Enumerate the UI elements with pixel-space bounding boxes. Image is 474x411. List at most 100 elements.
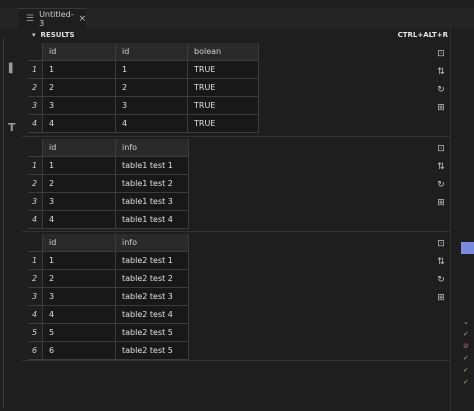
check-icon: ✓ xyxy=(463,378,469,386)
table-cell[interactable]: table2 test 1 xyxy=(115,251,189,270)
column-header[interactable]: info xyxy=(115,234,189,252)
table-row[interactable]: 3 3 table1 test 3 xyxy=(28,192,189,211)
table-cell[interactable]: 1 xyxy=(115,60,188,79)
table-cell[interactable]: table2 test 5 xyxy=(115,323,189,342)
left-gutter: ▌ T xyxy=(0,28,22,411)
results-separator xyxy=(22,136,450,137)
export-csv-icon[interactable]: ⊡ xyxy=(434,140,448,158)
export-json-icon[interactable]: ⇅ xyxy=(434,63,448,81)
row-number-header xyxy=(28,43,43,61)
export-csv-icon[interactable]: ⊡ xyxy=(434,45,448,63)
table-cell[interactable]: 2 xyxy=(42,269,116,288)
export-excel-icon[interactable]: ⊞ xyxy=(434,289,448,307)
row-number: 3 xyxy=(28,287,43,306)
chevron-down-icon[interactable]: ▾ xyxy=(32,31,36,39)
row-number: 1 xyxy=(28,60,43,79)
table-cell[interactable]: 2 xyxy=(115,78,188,97)
row-number: 2 xyxy=(28,269,43,288)
table-row[interactable]: 2 2 table1 test 2 xyxy=(28,174,189,193)
table-cell[interactable]: table1 test 4 xyxy=(115,210,189,229)
table-row[interactable]: 1 1 table2 test 1 xyxy=(28,251,189,270)
table-cell[interactable]: 6 xyxy=(42,341,116,360)
table-row[interactable]: 4 4 table1 test 4 xyxy=(28,210,189,229)
grid-header-row: id id bolean xyxy=(28,43,259,61)
row-number: 2 xyxy=(28,174,43,193)
row-number: 4 xyxy=(28,305,43,324)
table-cell[interactable]: 3 xyxy=(42,96,116,115)
table-cell[interactable]: table1 test 3 xyxy=(115,192,189,211)
table-cell[interactable]: TRUE xyxy=(187,114,259,133)
table-row[interactable]: 2 2 table2 test 2 xyxy=(28,269,189,288)
table-cell[interactable]: 1 xyxy=(42,60,116,79)
table-cell[interactable]: TRUE xyxy=(187,96,259,115)
row-number: 1 xyxy=(28,251,43,270)
table-row[interactable]: 2 2 2 TRUE xyxy=(28,78,259,97)
table-cell[interactable]: table1 test 2 xyxy=(115,174,189,193)
grid-3-actions: ⊡ ⇅ ↻ ⊞ xyxy=(434,235,448,307)
table-cell[interactable]: 2 xyxy=(42,174,116,193)
table-cell[interactable]: 1 xyxy=(42,251,116,270)
row-number: 4 xyxy=(28,210,43,229)
table-cell[interactable]: 4 xyxy=(115,114,188,133)
column-header[interactable]: id xyxy=(115,43,188,61)
results-header[interactable]: ▾ RESULTS CTRL+ALT+R xyxy=(22,28,450,42)
row-number: 3 xyxy=(28,96,43,115)
column-header[interactable]: id xyxy=(42,43,116,61)
column-header[interactable]: id xyxy=(42,234,116,252)
table-row[interactable]: 5 5 table2 test 5 xyxy=(28,323,189,342)
table-cell[interactable]: 2 xyxy=(42,78,116,97)
check-icon: ✓ xyxy=(463,330,469,338)
table-cell[interactable]: 3 xyxy=(115,96,188,115)
refresh-icon[interactable]: ↻ xyxy=(434,81,448,99)
table-cell[interactable]: 1 xyxy=(42,156,116,175)
row-number: 1 xyxy=(28,156,43,175)
table-cell[interactable]: table2 test 4 xyxy=(115,305,189,324)
scrollbar-thumb[interactable] xyxy=(461,242,474,254)
table-cell[interactable]: 4 xyxy=(42,114,116,133)
results-grid-1: id id bolean 1 1 1 TRUE 2 2 2 TRUE 3 3 3 TRUE 4 4 4 TRU… xyxy=(28,43,259,133)
file-icon: ☰ xyxy=(26,13,35,24)
table-cell[interactable]: 5 xyxy=(42,323,116,342)
table-cell[interactable]: 4 xyxy=(42,210,116,229)
export-json-icon[interactable]: ⇅ xyxy=(434,253,448,271)
close-icon[interactable]: × xyxy=(79,14,87,24)
table-cell[interactable]: 3 xyxy=(42,287,116,306)
results-grid-2: id info 1 1 table1 test 1 2 2 table1 test 233… xyxy=(28,139,189,229)
table-cell[interactable]: TRUE xyxy=(187,60,259,79)
table-cell[interactable]: table2 test 5 xyxy=(115,341,189,360)
table-cell[interactable]: table1 test 1 xyxy=(115,156,189,175)
table-cell[interactable]: table2 test 2 xyxy=(115,269,189,288)
refresh-icon[interactable]: ↻ xyxy=(434,176,448,194)
results-separator xyxy=(22,360,450,361)
row-number: 6 xyxy=(28,341,43,360)
column-header[interactable]: id xyxy=(42,139,116,157)
table-cell[interactable]: 4 xyxy=(42,305,116,324)
table-row[interactable]: 3 3 3 TRUE xyxy=(28,96,259,115)
check-icon: ✓ xyxy=(463,354,469,362)
grid-1-actions: ⊡ ⇅ ↻ ⊞ xyxy=(434,45,448,117)
column-header[interactable]: bolean xyxy=(187,43,259,61)
check-icon: ✓ xyxy=(463,366,469,374)
error-icon: ⊘ xyxy=(463,342,469,350)
export-json-icon[interactable]: ⇅ xyxy=(434,158,448,176)
table-row[interactable]: 4 4 4 TRUE xyxy=(28,114,259,133)
table-row[interactable]: 3 3 table2 test 3 xyxy=(28,287,189,306)
export-excel-icon[interactable]: ⊞ xyxy=(434,194,448,212)
table-cell[interactable]: TRUE xyxy=(187,78,259,97)
tab-title: Untitled-3 xyxy=(39,9,74,28)
row-number-header xyxy=(28,234,43,252)
table-row[interactable]: 1 1 1 TRUE xyxy=(28,60,259,79)
table-cell[interactable]: 3 xyxy=(42,192,116,211)
refresh-icon[interactable]: ↻ xyxy=(434,271,448,289)
export-excel-icon[interactable]: ⊞ xyxy=(434,99,448,117)
table-row[interactable]: 6 6 table2 test 5 xyxy=(28,341,189,360)
row-number: 5 xyxy=(28,323,43,342)
chevron-down-icon: ⌄ xyxy=(463,318,469,326)
table-row[interactable]: 4 4 table2 test 4 xyxy=(28,305,189,324)
export-csv-icon[interactable]: ⊡ xyxy=(434,235,448,253)
table-row[interactable]: 1 1 table1 test 1 xyxy=(28,156,189,175)
column-header[interactable]: info xyxy=(115,139,189,157)
tab-untitled-3[interactable]: ☰ Untitled-3 × xyxy=(18,8,86,28)
table-cell[interactable]: table2 test 3 xyxy=(115,287,189,306)
results-grid-3: id info 1 1 table2 test 1 2 2 table2 test 233… xyxy=(28,234,189,360)
